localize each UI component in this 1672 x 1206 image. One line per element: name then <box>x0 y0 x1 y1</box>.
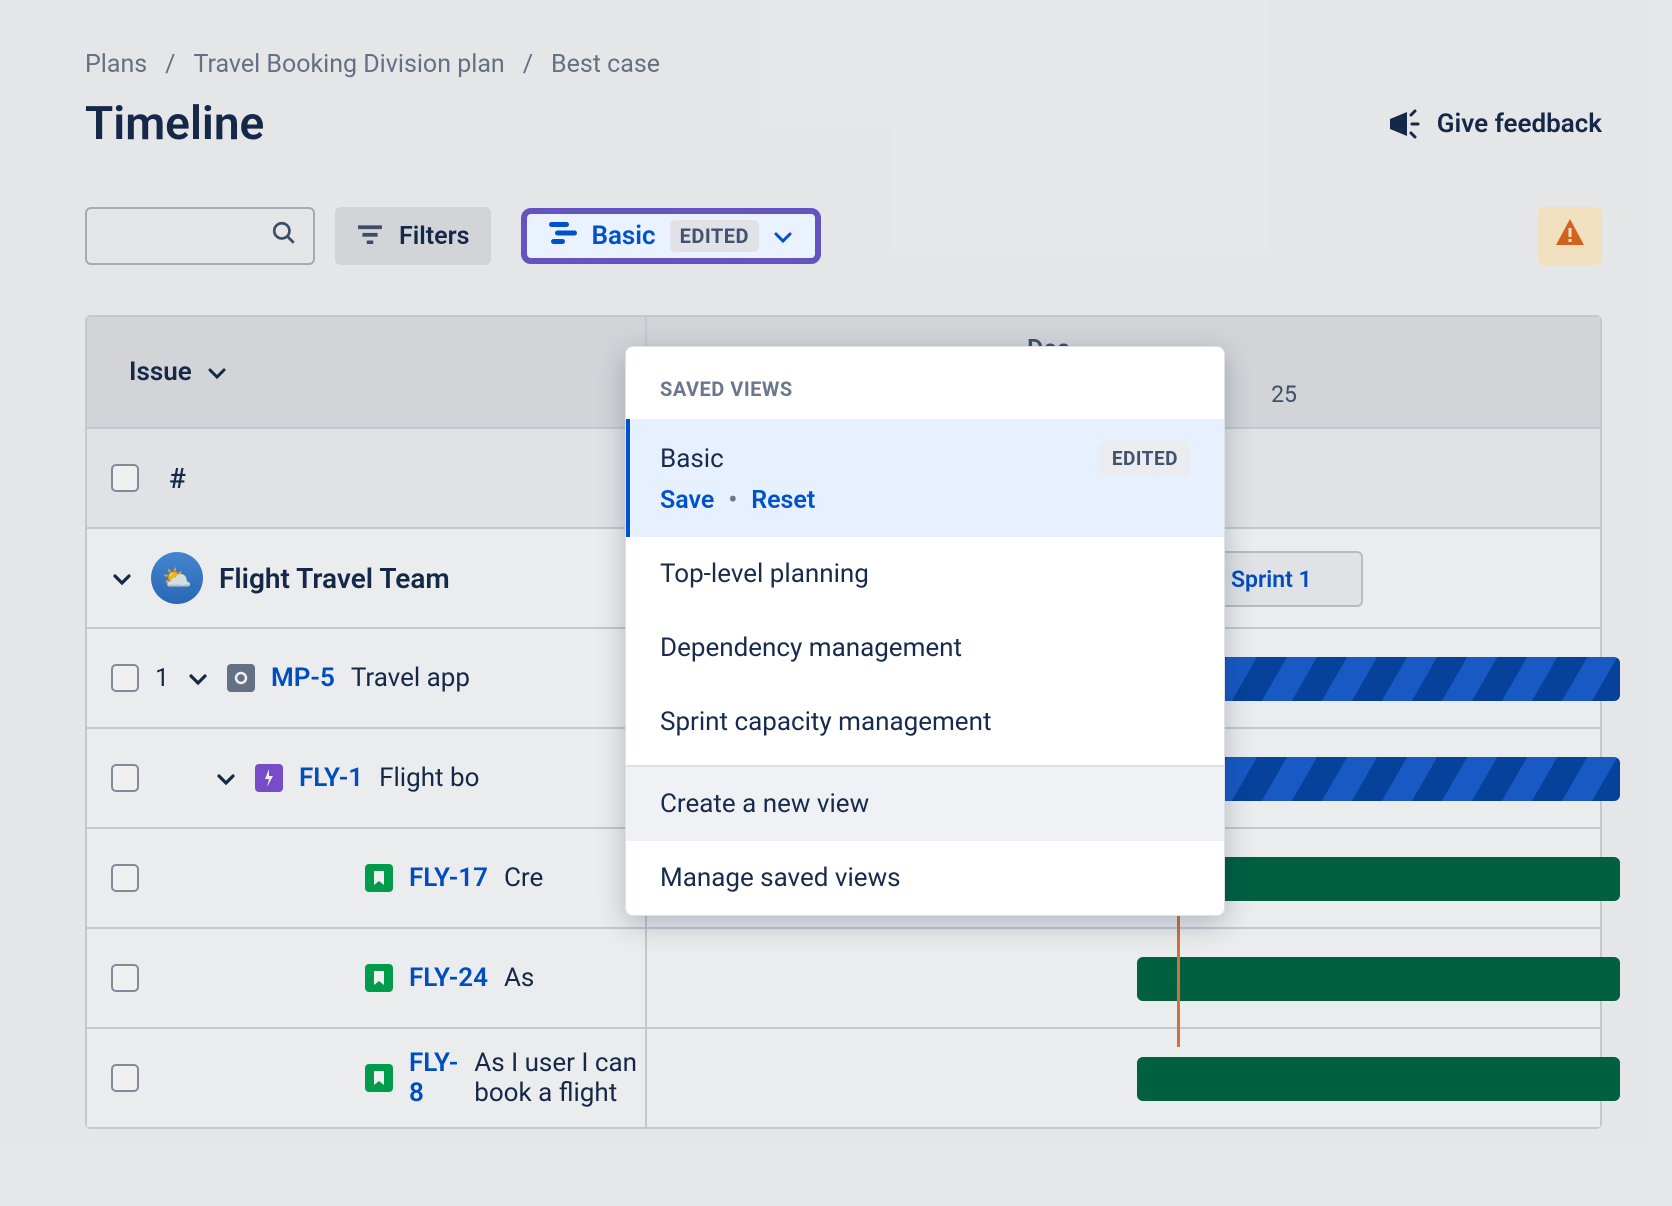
select-all-checkbox[interactable] <box>111 464 139 492</box>
breadcrumb-separator: / <box>155 50 185 79</box>
warning-icon <box>1554 217 1586 255</box>
filters-label: Filters <box>399 222 469 251</box>
issue-summary[interactable]: Flight bo <box>379 763 479 793</box>
edited-badge: EDITED <box>1100 441 1190 476</box>
issue-key[interactable]: FLY-17 <box>409 863 488 893</box>
saved-view-item[interactable]: Top-level planning <box>626 537 1224 611</box>
timeline-bar[interactable] <box>1137 957 1620 1001</box>
issue-column-header[interactable]: Issue <box>129 357 192 387</box>
team-name: Flight Travel Team <box>219 562 450 595</box>
chevron-down-icon <box>206 357 228 387</box>
manage-views-button[interactable]: Manage saved views <box>626 841 1224 915</box>
saved-view-item[interactable]: Sprint capacity management <box>626 685 1224 759</box>
chevron-down-icon <box>773 222 793 251</box>
day-label: 25 <box>1271 381 1297 408</box>
warnings-button[interactable] <box>1538 207 1602 265</box>
reset-view-button[interactable]: Reset <box>751 486 815 515</box>
filters-button[interactable]: Filters <box>335 207 491 265</box>
view-icon <box>549 222 577 251</box>
row-number-header: # <box>169 462 186 495</box>
issue-summary[interactable]: Travel app <box>351 663 470 693</box>
issue-key[interactable]: FLY-1 <box>299 763 363 793</box>
page-title: Timeline <box>85 97 264 151</box>
issue-summary[interactable]: As I user I can book a flight <box>474 1048 645 1108</box>
timeline-bar[interactable] <box>1137 1057 1620 1101</box>
view-name: Basic <box>591 221 655 251</box>
issue-key[interactable]: FLY-24 <box>409 963 488 993</box>
dropdown-header: SAVED VIEWS <box>626 347 1224 419</box>
issue-key[interactable]: MP-5 <box>271 663 335 693</box>
saved-view-item-basic[interactable]: Basic EDITED Save • Reset <box>626 419 1224 537</box>
issue-type-story-icon <box>365 864 393 892</box>
row-checkbox[interactable] <box>111 664 139 692</box>
chevron-down-icon[interactable] <box>187 663 211 693</box>
megaphone-icon <box>1387 109 1423 139</box>
issue-type-story-icon <box>365 1064 393 1092</box>
breadcrumb-separator: / <box>513 50 543 79</box>
issue-type-story-icon <box>365 964 393 992</box>
row-checkbox[interactable] <box>111 764 139 792</box>
breadcrumb-plan[interactable]: Travel Booking Division plan <box>194 50 505 79</box>
search-icon <box>271 220 297 253</box>
dot-separator: • <box>728 486 737 515</box>
edited-badge: EDITED <box>670 220 759 252</box>
breadcrumb: Plans / Travel Booking Division plan / B… <box>85 50 1602 79</box>
issue-type-epic-icon <box>255 764 283 792</box>
row-checkbox[interactable] <box>111 964 139 992</box>
filter-icon <box>357 222 383 251</box>
issue-summary[interactable]: As <box>504 963 534 993</box>
issue-summary[interactable]: Cre <box>504 863 543 893</box>
row-checkbox[interactable] <box>111 864 139 892</box>
team-avatar: ⛅ <box>151 552 203 604</box>
breadcrumb-plans[interactable]: Plans <box>85 50 147 79</box>
issue-key[interactable]: FLY-8 <box>409 1048 458 1108</box>
give-feedback-button[interactable]: Give feedback <box>1387 109 1602 139</box>
row-number: 1 <box>155 664 171 693</box>
save-view-button[interactable]: Save <box>660 486 714 515</box>
breadcrumb-scenario[interactable]: Best case <box>551 50 660 79</box>
view-selector-button[interactable]: Basic EDITED <box>521 208 821 264</box>
saved-view-item[interactable]: Dependency management <box>626 611 1224 685</box>
chevron-down-icon[interactable] <box>215 763 239 793</box>
saved-views-dropdown: SAVED VIEWS Basic EDITED Save • Reset To… <box>625 346 1225 916</box>
chevron-down-icon[interactable] <box>111 563 135 593</box>
search-input[interactable] <box>85 207 315 265</box>
row-checkbox[interactable] <box>111 1064 139 1092</box>
feedback-label: Give feedback <box>1437 109 1602 139</box>
create-view-button[interactable]: Create a new view <box>626 767 1224 841</box>
view-item-name: Basic <box>660 444 724 474</box>
issue-type-icon <box>227 664 255 692</box>
